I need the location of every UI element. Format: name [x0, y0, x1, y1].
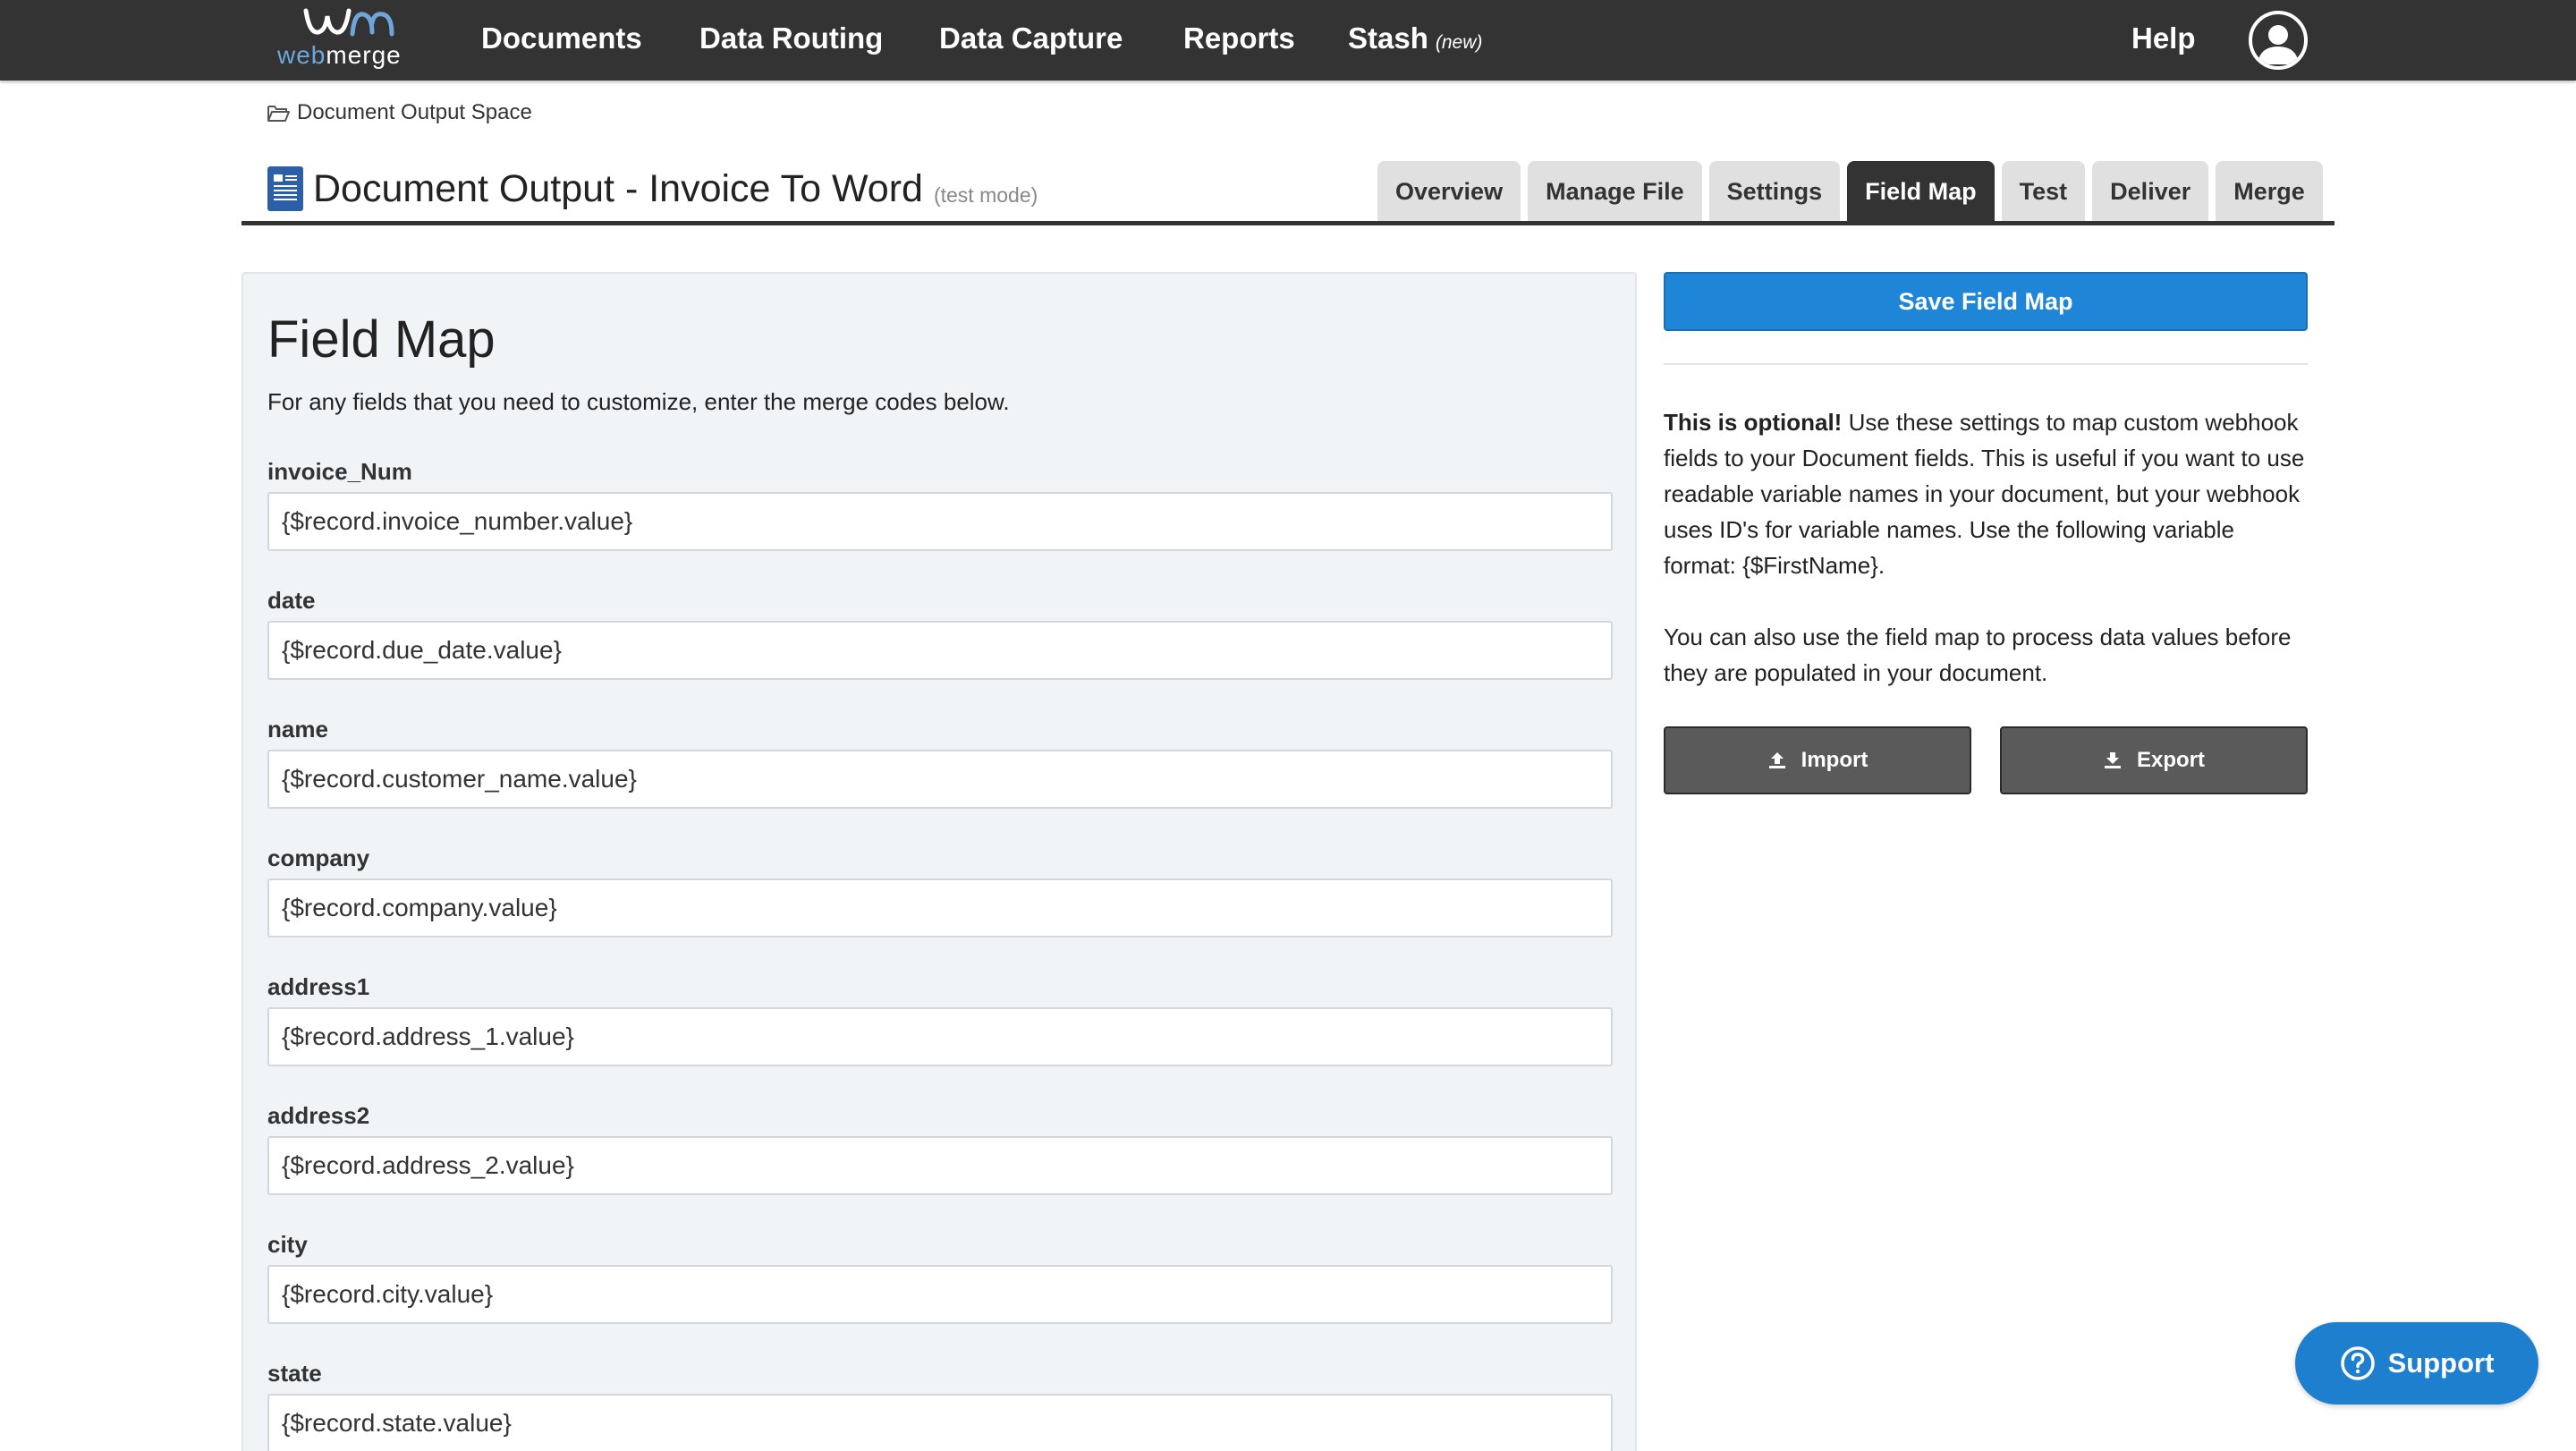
nav-data-routing[interactable]: Data Routing: [699, 21, 883, 59]
question-circle-icon: [2340, 1346, 2375, 1380]
nav-stash-label: Stash: [1348, 21, 1428, 55]
save-field-map-button[interactable]: Save Field Map: [1664, 272, 2308, 331]
field-map-panel: Field Map For any fields that you need t…: [242, 272, 1637, 1451]
logo-wordmark: webmerge: [277, 41, 402, 69]
merge-code-input[interactable]: [267, 750, 1613, 809]
nav-documents[interactable]: Documents: [481, 21, 642, 59]
wm-monogram-icon: [303, 8, 394, 37]
field-row: address1: [267, 973, 1613, 1066]
new-badge: (new): [1435, 32, 1483, 53]
tab-test[interactable]: Test: [2001, 161, 2086, 222]
tab-manage-file[interactable]: Manage File: [1528, 161, 1702, 222]
download-icon: [2104, 752, 2121, 768]
user-avatar-icon[interactable]: [2249, 11, 2308, 70]
field-row: state: [267, 1360, 1613, 1451]
breadcrumb: Document Output Space: [267, 98, 532, 127]
tabs-divider: [242, 221, 2334, 225]
field-label: city: [267, 1231, 308, 1258]
support-button[interactable]: Support: [2295, 1322, 2538, 1404]
field-label: state: [267, 1360, 322, 1387]
test-mode-label: (test mode): [933, 182, 1038, 207]
field-label: address2: [267, 1102, 370, 1129]
nav-help[interactable]: Help: [2131, 21, 2196, 59]
webmerge-logo[interactable]: webmerge: [275, 5, 424, 73]
merge-code-input[interactable]: [267, 1265, 1613, 1324]
field-row: invoice_Num: [267, 458, 1613, 551]
tab-overview[interactable]: Overview: [1377, 161, 1521, 222]
field-row: address2: [267, 1102, 1613, 1195]
merge-code-input[interactable]: [267, 492, 1613, 551]
field-label: invoice_Num: [267, 458, 412, 485]
field-map-processing-text: You can also use the field map to proces…: [1664, 624, 2292, 686]
nav-reports[interactable]: Reports: [1183, 21, 1295, 59]
page-header: Document Output - Invoice To Word (test …: [267, 163, 1038, 215]
tab-settings[interactable]: Settings: [1708, 161, 1841, 222]
export-button[interactable]: Export: [2000, 726, 2308, 794]
support-label: Support: [2387, 1347, 2495, 1379]
top-navigation-bar: webmerge Documents Data Routing Data Cap…: [0, 0, 2576, 81]
field-row: name: [267, 716, 1613, 809]
word-document-icon: [267, 166, 303, 211]
field-map-title: Field Map: [267, 310, 496, 369]
field-row: company: [267, 844, 1613, 938]
tab-merge[interactable]: Merge: [2216, 161, 2323, 222]
merge-code-input[interactable]: [267, 878, 1613, 938]
import-button[interactable]: Import: [1664, 726, 1971, 794]
field-row: city: [267, 1231, 1613, 1324]
export-label: Export: [2136, 748, 2205, 772]
merge-code-input[interactable]: [267, 1394, 1613, 1451]
field-label: name: [267, 716, 328, 742]
merge-code-input[interactable]: [267, 621, 1613, 680]
sidebar-divider: [1664, 363, 2308, 365]
merge-code-input[interactable]: [267, 1007, 1613, 1066]
import-label: Import: [1801, 748, 1868, 772]
field-label: company: [267, 844, 370, 871]
upload-icon: [1768, 752, 1785, 768]
optional-info-bold: This is optional!: [1664, 409, 1843, 436]
document-tabs: Overview Manage File Settings Field Map …: [1377, 161, 2323, 222]
field-row: date: [267, 587, 1613, 680]
nav-data-capture[interactable]: Data Capture: [939, 21, 1123, 59]
field-map-description: For any fields that you need to customiz…: [267, 388, 1010, 415]
field-label: address1: [267, 973, 370, 1000]
breadcrumb-link[interactable]: Document Output Space: [297, 100, 532, 125]
field-label: date: [267, 587, 316, 614]
page-title: Document Output - Invoice To Word: [313, 166, 923, 210]
tab-deliver[interactable]: Deliver: [2092, 161, 2209, 222]
merge-code-input[interactable]: [267, 1136, 1613, 1195]
optional-info-text: This is optional! Use these settings to …: [1664, 404, 2308, 583]
nav-stash[interactable]: Stash (new): [1348, 21, 1482, 59]
tab-field-map[interactable]: Field Map: [1847, 161, 1995, 222]
folder-open-icon: [267, 106, 290, 122]
